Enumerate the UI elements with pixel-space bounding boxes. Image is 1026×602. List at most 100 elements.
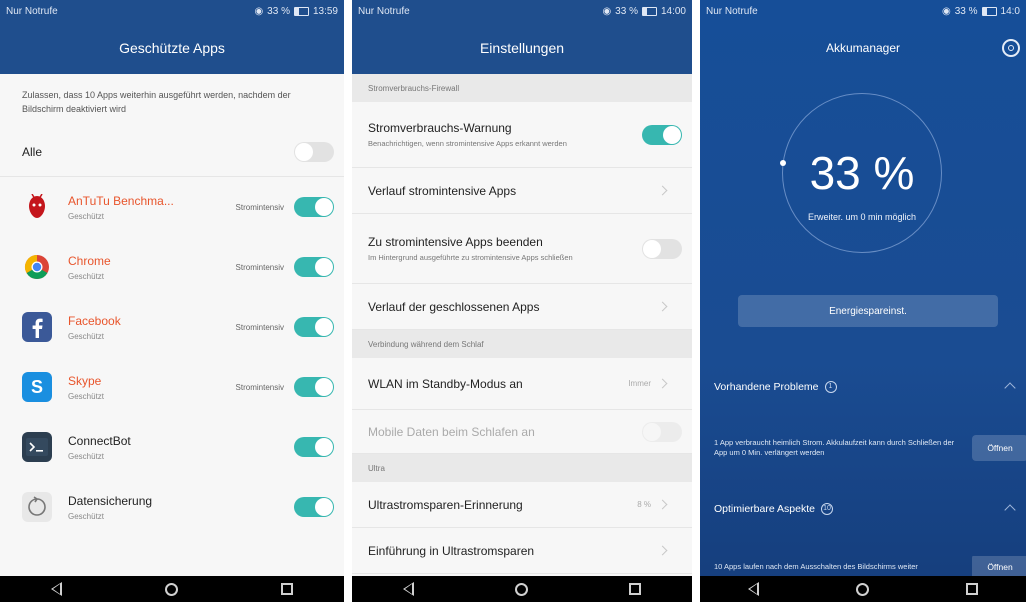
- app-status: Geschützt: [68, 211, 105, 221]
- app-name: AnTuTu Benchma...: [68, 193, 174, 208]
- app-status: Geschützt: [68, 451, 105, 461]
- app-name: Chrome: [68, 253, 111, 268]
- app-texts: AnTuTu Benchma... Geschützt: [68, 194, 236, 221]
- app-toggle[interactable]: [294, 497, 334, 517]
- app-texts: Skype Geschützt: [68, 374, 236, 401]
- home-icon[interactable]: [164, 582, 178, 596]
- recents-icon[interactable]: [965, 583, 978, 595]
- setting-title: Ultrastromsparen-Erinnerung: [368, 497, 523, 512]
- problems-header[interactable]: Vorhandene Probleme 1: [700, 368, 1026, 406]
- all-toggle[interactable]: [294, 142, 334, 162]
- wifi-icon: ◉: [942, 5, 951, 17]
- battery-icon: [641, 6, 657, 16]
- optimize-count: 10: [820, 503, 833, 515]
- extend-time-label: Erweiter. um 0 min möglich: [807, 212, 917, 222]
- setting-row[interactable]: Stromverbrauchs-Warnung Benachrichtigen,…: [352, 102, 692, 168]
- app-row[interactable]: Chrome Geschützt Stromintensiv: [0, 237, 344, 297]
- setting-description: Im Hintergrund ausgeführte zu strominten…: [368, 252, 573, 262]
- power-tag: Stromintensiv: [235, 202, 284, 212]
- nav-bar: [700, 576, 1026, 602]
- app-toggle[interactable]: [294, 437, 334, 457]
- chevron-up-icon: [1004, 504, 1016, 516]
- optimize-text: 10 Apps laufen nach dem Ausschalten des …: [714, 562, 918, 571]
- app-name: Datensicherung: [68, 493, 153, 508]
- app-toggle[interactable]: [294, 377, 334, 397]
- setting-row[interactable]: Einführung in Ultrastromsparen: [352, 528, 692, 574]
- app-list: AnTuTu Benchma... Geschützt Stromintensi…: [0, 177, 344, 537]
- close-apps-toggle[interactable]: [642, 238, 682, 259]
- app-row[interactable]: ConnectBot Geschützt: [0, 417, 344, 477]
- skype-icon: S: [22, 372, 52, 402]
- setting-title: Verlauf der geschlossenen Apps: [368, 299, 540, 314]
- warning-toggle[interactable]: [642, 124, 682, 145]
- chevron-right-icon: [657, 378, 668, 389]
- energy-save-button[interactable]: Energiespareinst.: [738, 295, 998, 327]
- app-toggle[interactable]: [294, 317, 334, 337]
- app-name: Skype: [68, 373, 102, 388]
- app-row[interactable]: Facebook Geschützt Stromintensiv: [0, 297, 344, 357]
- mobile-data-toggle: [642, 421, 682, 442]
- section-header: Verbindung während dem Schlaf: [352, 330, 692, 358]
- home-icon[interactable]: [855, 582, 869, 596]
- connectbot-icon: [22, 432, 52, 462]
- app-toggle[interactable]: [294, 257, 334, 277]
- status-bar: Nur Notrufe ◉ 33 % 14:00: [352, 0, 692, 22]
- app-row[interactable]: S Skype Geschützt Stromintensiv: [0, 357, 344, 417]
- app-bar: Akkumanager: [700, 22, 1026, 74]
- section-header: Ultra: [352, 454, 692, 482]
- setting-texts: Einführung in Ultrastromsparen: [368, 544, 659, 558]
- all-label: Alle: [22, 145, 43, 159]
- recents-icon[interactable]: [629, 583, 642, 595]
- gear-icon[interactable]: [1002, 39, 1020, 57]
- back-icon[interactable]: [748, 582, 760, 596]
- status-bar: Nur Notrufe ◉ 33 % 14:0: [700, 0, 1026, 22]
- home-icon[interactable]: [514, 582, 528, 596]
- antutu-icon: [22, 192, 52, 222]
- backup-icon: [22, 492, 52, 522]
- wifi-icon: ◉: [602, 5, 612, 17]
- chevron-up-icon: [1004, 382, 1016, 394]
- back-icon[interactable]: [402, 582, 414, 596]
- power-tag: Stromintensiv: [235, 382, 284, 392]
- setting-row[interactable]: Ultrastromsparen-Erinnerung 8 %: [352, 482, 692, 528]
- setting-texts: Verlauf der geschlossenen Apps: [368, 300, 659, 314]
- setting-title: Einführung in Ultrastromsparen: [368, 543, 535, 558]
- carrier-label: Nur Notrufe: [6, 5, 58, 17]
- setting-title: Mobile Daten beim Schlafen an: [368, 424, 535, 439]
- recents-icon[interactable]: [280, 583, 293, 595]
- protected-apps-screen: Nur Notrufe ◉ 33 % 13:59 Geschützte Apps…: [0, 0, 344, 602]
- carrier-label: Nur Notrufe: [706, 5, 758, 17]
- back-icon[interactable]: [51, 582, 63, 596]
- setting-row[interactable]: Zu stromintensive Apps beenden Im Hinter…: [352, 214, 692, 284]
- status-icons: ◉ 33 % 14:0: [942, 6, 1020, 17]
- app-row[interactable]: AnTuTu Benchma... Geschützt Stromintensi…: [0, 177, 344, 237]
- settings-screen: Nur Notrufe ◉ 33 % 14:00 Einstellungen S…: [352, 0, 692, 602]
- wifi-icon: ◉: [254, 5, 264, 17]
- page-title: Akkumanager: [825, 41, 901, 55]
- app-toggle[interactable]: [294, 197, 334, 217]
- carrier-label: Nur Notrufe: [358, 5, 410, 17]
- page-title: Einstellungen: [479, 40, 565, 56]
- app-texts: Facebook Geschützt: [68, 314, 236, 341]
- optimize-item: 10 Apps laufen nach dem Ausschalten des …: [700, 556, 1026, 578]
- problems-count: 1: [824, 381, 837, 393]
- power-tag: Stromintensiv: [235, 322, 284, 332]
- page-title: Geschützte Apps: [119, 40, 225, 56]
- optimize-title: Optimierbare Aspekte: [714, 503, 815, 515]
- setting-row[interactable]: Verlauf stromintensive Apps: [352, 168, 692, 214]
- setting-row[interactable]: WLAN im Standby-Modus an Immer: [352, 358, 692, 410]
- chrome-icon: [22, 252, 52, 282]
- optimize-header[interactable]: Optimierbare Aspekte 10: [700, 490, 1026, 528]
- setting-row: Mobile Daten beim Schlafen an: [352, 410, 692, 454]
- protected-apps-description: Zulassen, dass 10 Apps weiterhin ausgefü…: [22, 90, 291, 114]
- app-status: Geschützt: [68, 391, 105, 401]
- app-row[interactable]: Datensicherung Geschützt: [0, 477, 344, 537]
- open-button[interactable]: Öffnen: [972, 556, 1026, 578]
- open-button[interactable]: Öffnen: [972, 435, 1026, 461]
- problem-item: 1 App verbraucht heimlich Strom. Akkulau…: [700, 428, 1026, 468]
- setting-row[interactable]: Verlauf der geschlossenen Apps: [352, 284, 692, 330]
- app-texts: ConnectBot Geschützt: [68, 434, 284, 461]
- all-apps-row[interactable]: Alle: [0, 128, 344, 177]
- nav-bar: [352, 576, 692, 602]
- battery-percent: 33 %: [615, 5, 638, 17]
